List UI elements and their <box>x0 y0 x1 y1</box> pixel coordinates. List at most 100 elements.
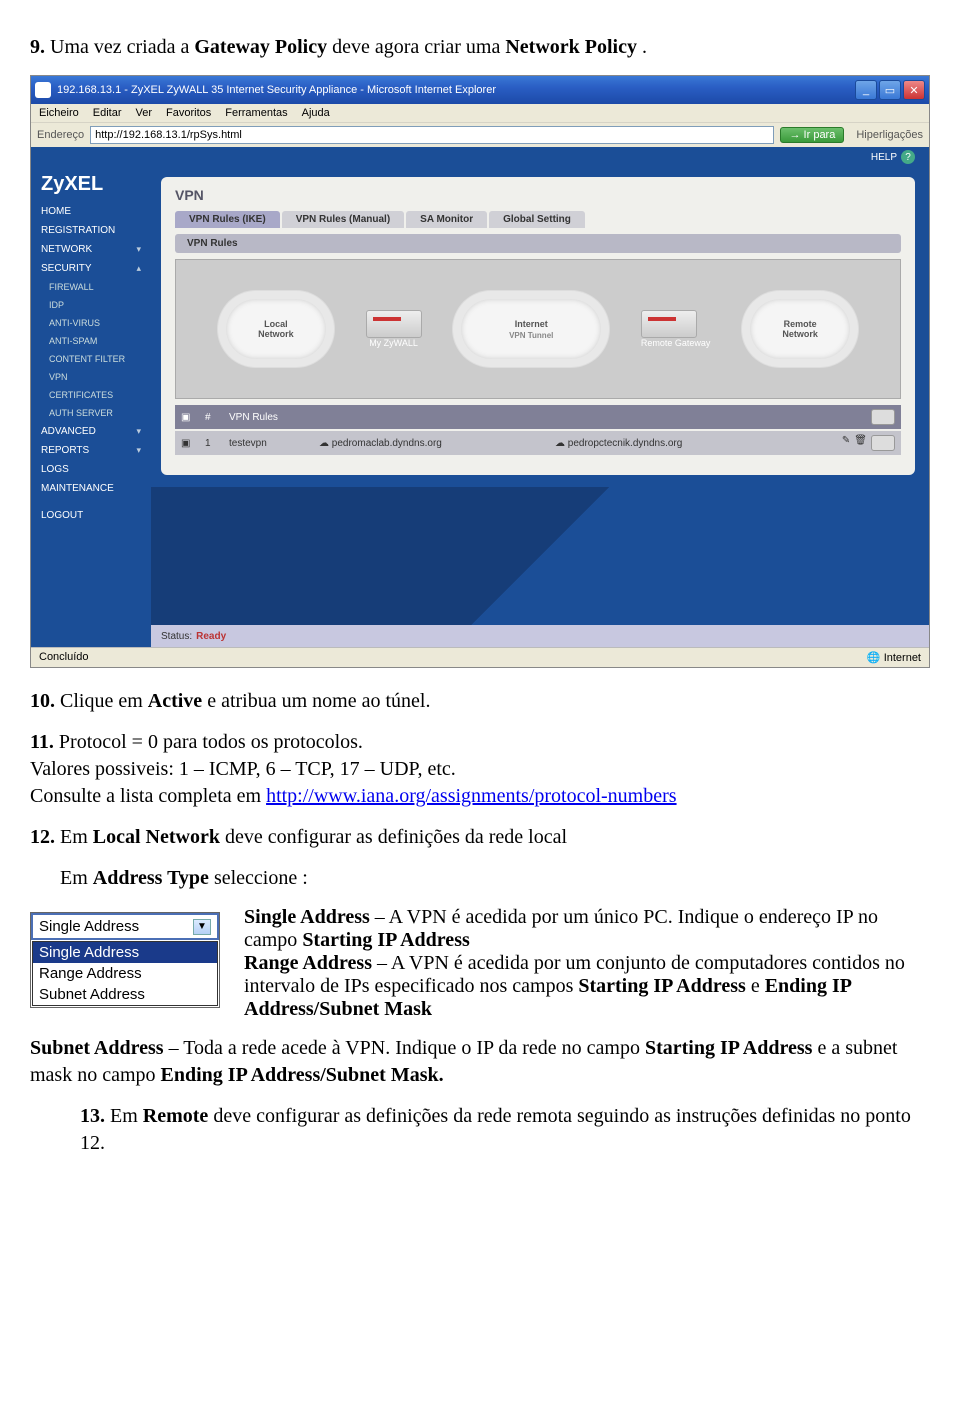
go-button[interactable]: → Ir para <box>780 127 844 143</box>
step-13: 13. Em Remote deve configurar as definiç… <box>80 1103 930 1157</box>
sidebar-item-antivirus[interactable]: ANTI-VIRUS <box>31 314 151 332</box>
edit-icon[interactable]: ✎ <box>842 435 850 451</box>
term: Starting IP Address <box>645 1037 812 1059</box>
browser-window: 192.168.13.1 - ZyXEL ZyWALL 35 Internet … <box>30 75 930 668</box>
expand-icon[interactable]: ▣ <box>181 438 205 449</box>
step-9: 9. Uma vez criada a Gateway Policy deve … <box>30 34 930 61</box>
tabs: VPN Rules (IKE) VPN Rules (Manual) SA Mo… <box>175 211 901 228</box>
sidebar-item-reports[interactable]: REPORTS▾ <box>31 441 151 460</box>
lbl: MAINTENANCE <box>41 483 114 494</box>
minimize-button[interactable]: _ <box>855 80 877 100</box>
logo: ZyXEL <box>31 167 151 202</box>
row-gw1: pedromaclab.dyndns.org <box>332 438 442 449</box>
delete-icon[interactable]: 🗑 <box>854 435 867 451</box>
sub: VPN Tunnel <box>509 331 553 340</box>
sidebar-item-antispam[interactable]: ANTI-SPAM <box>31 332 151 350</box>
tab-sa-monitor[interactable]: SA Monitor <box>406 211 487 228</box>
app-body: ZyXEL HOME REGISTRATION NETWORK ▾ SECURIT… <box>31 167 929 647</box>
grid-row: ▣ 1 testevpn ☁ pedromaclab.dyndns.org ☁ … <box>175 431 901 455</box>
menu-file[interactable]: Eicheiro <box>39 107 79 119</box>
address-label: Endereço <box>37 129 84 141</box>
txt: seleccione : <box>209 867 308 889</box>
ie-icon <box>35 82 51 98</box>
tab-vpn-rules-manual[interactable]: VPN Rules (Manual) <box>282 211 404 228</box>
help-icon[interactable]: ? <box>901 150 915 164</box>
txt: Em <box>55 826 93 848</box>
links-label[interactable]: Hiperligações <box>856 129 923 141</box>
sidebar-item-logs[interactable]: LOGS <box>31 460 151 479</box>
option-subnet-address[interactable]: Subnet Address <box>33 984 217 1005</box>
lbl: RemoteNetwork <box>782 319 818 339</box>
step-num: 10. <box>30 690 55 712</box>
sidebar-item-network[interactable]: NETWORK ▾ <box>31 240 151 259</box>
term: Ending IP Address/Subnet Mask. <box>161 1064 444 1086</box>
cap: My ZyWALL <box>366 338 422 348</box>
txt: e atribua um nome ao túnel. <box>202 690 430 712</box>
sidebar-item-maintenance[interactable]: MAINTENANCE <box>31 479 151 498</box>
bg-decoration <box>151 487 929 625</box>
lbl: LocalNetwork <box>258 319 294 339</box>
sidebar-item-vpn[interactable]: VPN <box>31 368 151 386</box>
lbl: NETWORK <box>41 244 92 255</box>
sidebar-item-advanced[interactable]: ADVANCED▾ <box>31 422 151 441</box>
cap: Remote Gateway <box>641 338 711 348</box>
txt: Protocol = 0 para todos os protocolos. <box>54 731 363 753</box>
lbl: CONTENT FILTER <box>49 354 125 364</box>
sidebar-item-firewall[interactable]: FIREWALL <box>31 278 151 296</box>
row-num: 1 <box>205 438 229 449</box>
url-input[interactable]: http://192.168.13.1/rpSys.html <box>90 126 774 144</box>
maximize-button[interactable]: ▭ <box>879 80 901 100</box>
sidebar-item-contentfilter[interactable]: CONTENT FILTER <box>31 350 151 368</box>
dropdown-value: Single Address <box>39 918 139 935</box>
close-button[interactable]: ✕ <box>903 80 925 100</box>
menu-tools[interactable]: Ferramentas <box>225 107 287 119</box>
lbl: LOGOUT <box>41 510 83 521</box>
collapse-icon[interactable]: ▣ <box>181 412 205 423</box>
address-type-description: Single Address – A VPN é acedida por um … <box>244 906 930 1021</box>
protocol-numbers-link[interactable]: http://www.iana.org/assignments/protocol… <box>266 785 677 807</box>
sidebar-item-authserver[interactable]: AUTH SERVER <box>31 404 151 422</box>
menu-favorites[interactable]: Favoritos <box>166 107 211 119</box>
add-rule-icon[interactable] <box>871 409 895 425</box>
lbl: REGISTRATION <box>41 225 115 236</box>
lbl: IDP <box>49 300 64 310</box>
lbl: ANTI-VIRUS <box>49 318 100 328</box>
sidebar-item-logout[interactable]: LOGOUT <box>31 506 151 525</box>
term: Starting IP Address <box>302 929 469 951</box>
subnet-address-desc: Subnet Address – Toda a rede acede à VPN… <box>30 1035 930 1089</box>
option-range-address[interactable]: Range Address <box>33 963 217 984</box>
gateway-icon: ☁ <box>319 438 329 449</box>
page-title: VPN <box>175 187 901 203</box>
help-link[interactable]: HELP <box>871 152 897 163</box>
menu-help[interactable]: Ajuda <box>302 107 330 119</box>
sidebar-item-idp[interactable]: IDP <box>31 296 151 314</box>
chevron-down-icon: ▾ <box>136 244 141 255</box>
window-title: 192.168.13.1 - ZyXEL ZyWALL 35 Internet … <box>57 84 853 96</box>
option-single-address[interactable]: Single Address <box>33 942 217 963</box>
tab-global-setting[interactable]: Global Setting <box>489 211 585 228</box>
menu-edit[interactable]: Editar <box>93 107 122 119</box>
term: Remote <box>143 1105 209 1127</box>
sidebar-item-certificates[interactable]: CERTIFICATES <box>31 386 151 404</box>
sidebar-spacer <box>31 498 151 506</box>
sidebar-item-registration[interactable]: REGISTRATION <box>31 221 151 240</box>
col-num: # <box>205 412 229 423</box>
add-network-policy-icon[interactable] <box>871 435 895 451</box>
lbl: HOME <box>41 206 71 217</box>
tab-vpn-rules-ike[interactable]: VPN Rules (IKE) <box>175 211 280 228</box>
menubar: Eicheiro Editar Ver Favoritos Ferramenta… <box>31 104 929 122</box>
cloud-internet: InternetVPN Tunnel <box>461 299 601 359</box>
lbl: REPORTS <box>41 445 89 456</box>
dropdown-selected[interactable]: Single Address ▼ <box>31 913 219 940</box>
step-num: 13. <box>80 1105 105 1127</box>
sidebar-item-security[interactable]: SECURITY▴ <box>31 259 151 278</box>
sidebar-item-home[interactable]: HOME <box>31 202 151 221</box>
menu-view[interactable]: Ver <box>136 107 153 119</box>
chevron-down-icon: ▴ <box>136 263 141 274</box>
row-name: testevpn <box>229 438 319 449</box>
chevron-down-icon[interactable]: ▼ <box>193 919 211 935</box>
term: Single Address <box>244 906 370 928</box>
step-num: 9. <box>30 36 45 58</box>
step-num: 11. <box>30 731 54 753</box>
status-value: Ready <box>196 631 226 642</box>
